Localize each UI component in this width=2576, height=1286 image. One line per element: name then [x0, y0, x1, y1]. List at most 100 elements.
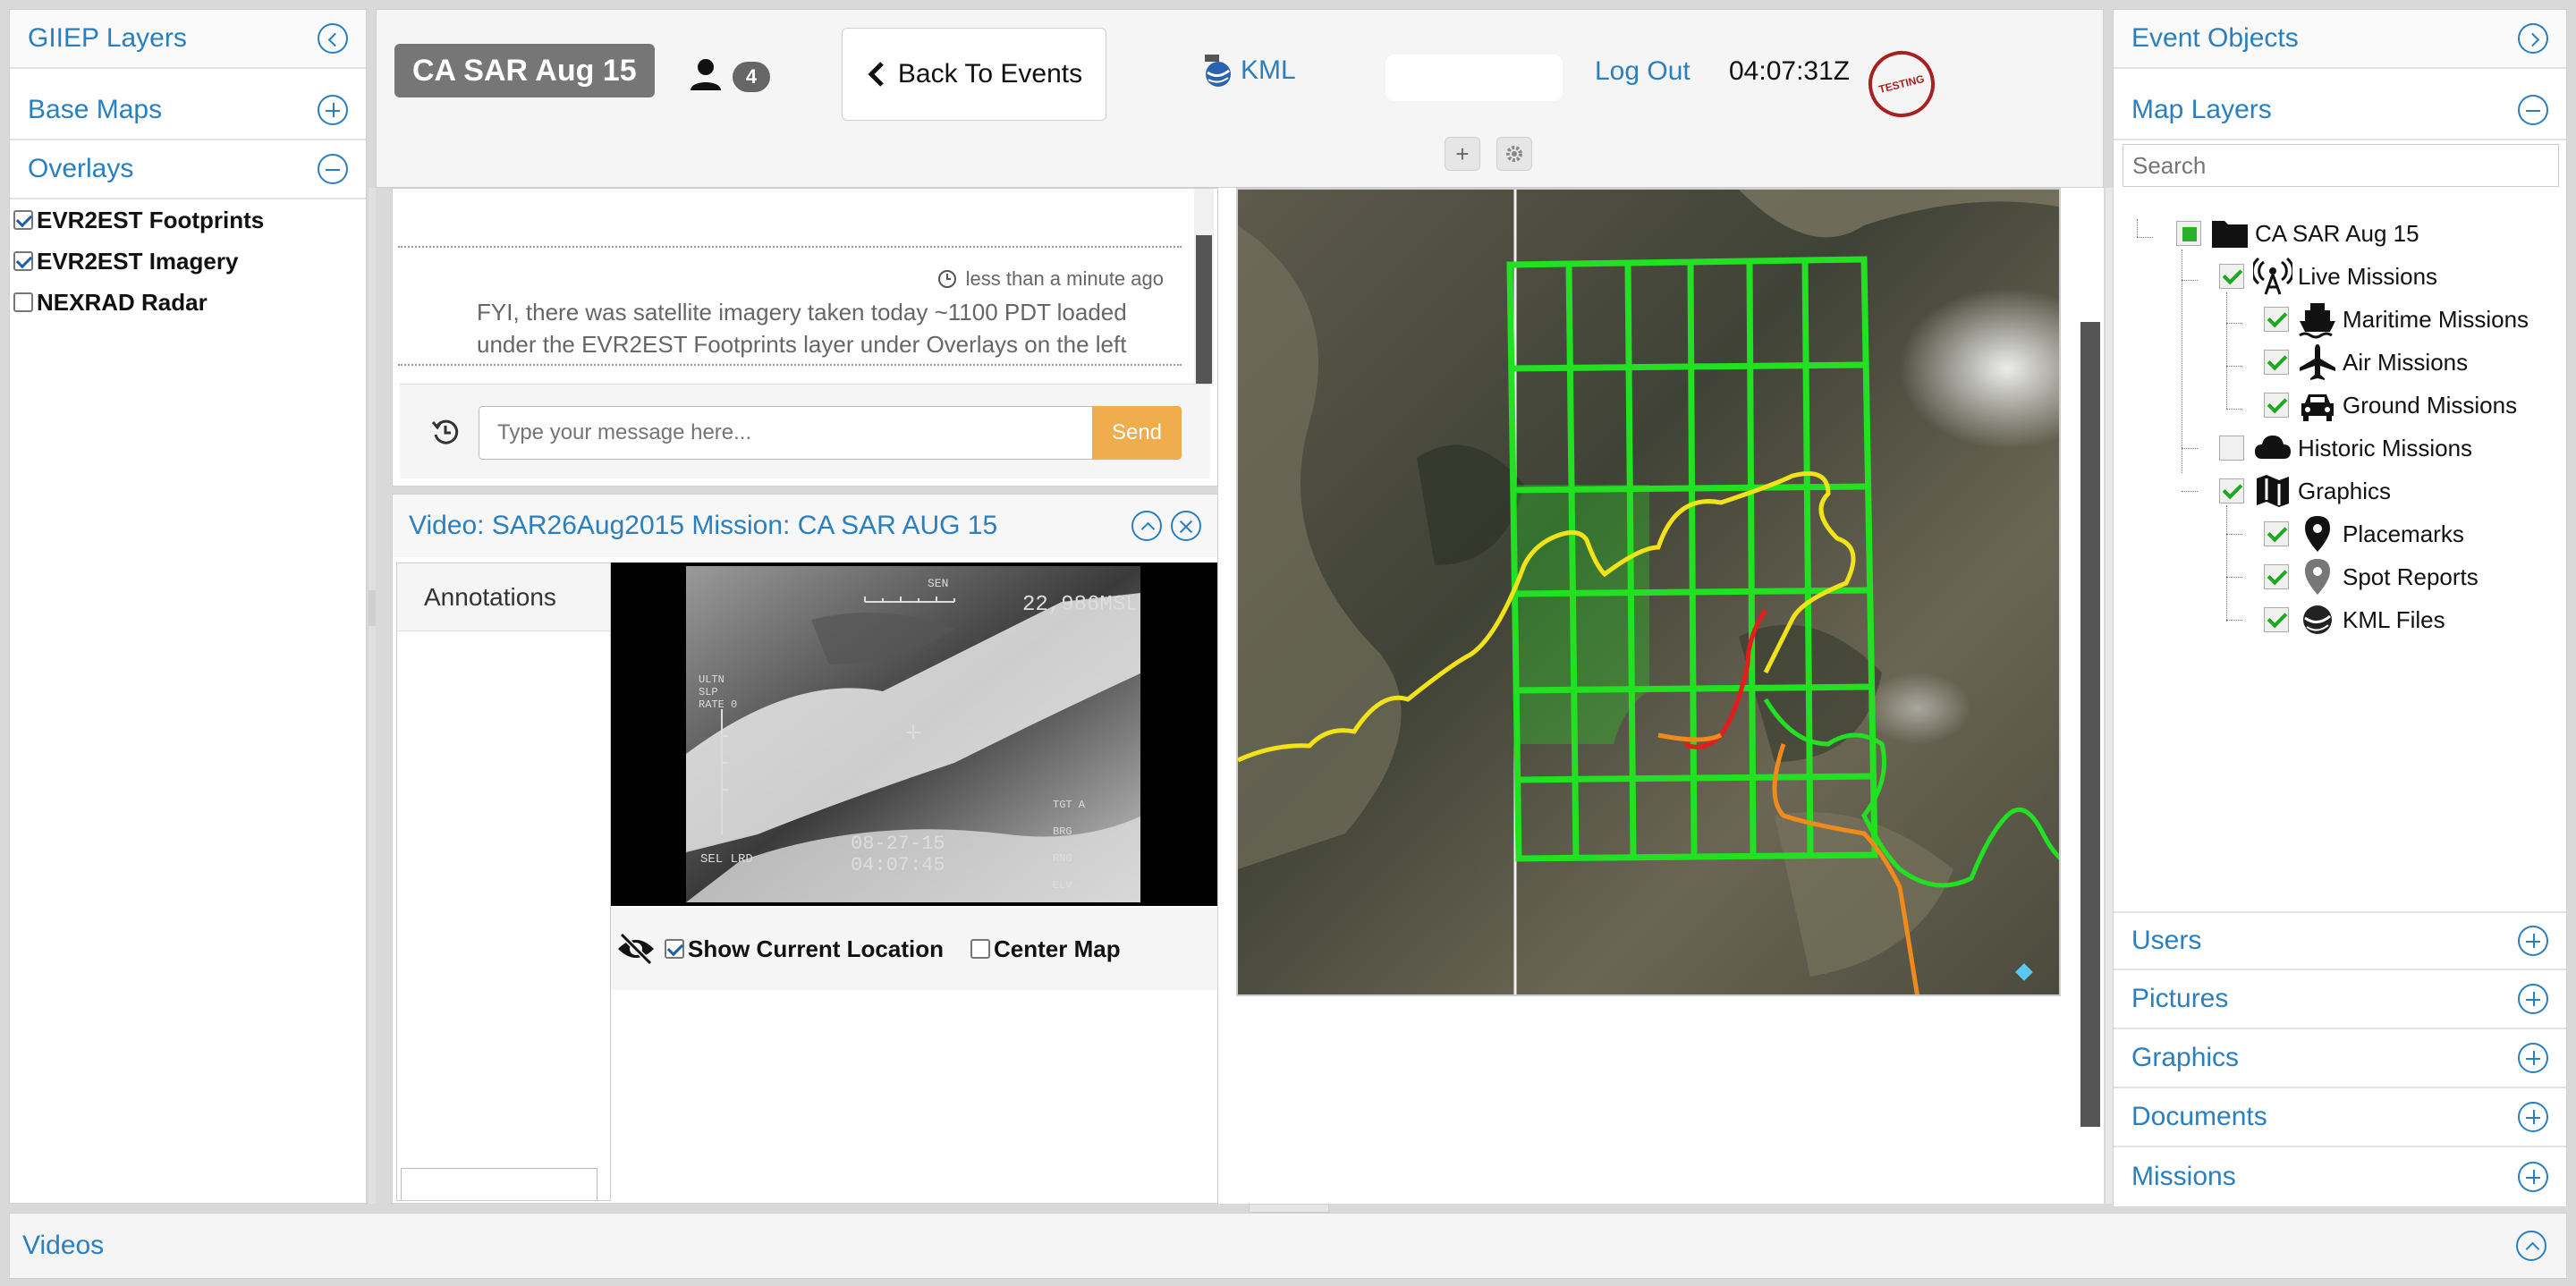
videos-bar[interactable]: Videos — [9, 1213, 2567, 1279]
satellite-imagery — [1238, 190, 2059, 994]
tree-label: Live Missions — [2298, 262, 2438, 290]
graphics-header[interactable]: Graphics — [2114, 1029, 2566, 1088]
missions-header[interactable]: Missions — [2114, 1147, 2566, 1206]
tree-spot-reports[interactable]: Spot Reports — [2264, 555, 2479, 598]
svg-text:TGT A: TGT A — [1053, 799, 1086, 811]
stamp-text: TESTING — [1877, 72, 1926, 97]
send-button[interactable]: Send — [1092, 406, 1182, 460]
collapse-icon[interactable] — [318, 154, 348, 184]
overlay-item[interactable]: NEXRAD Radar — [13, 282, 264, 323]
user-count-badge: 4 — [733, 62, 770, 92]
tree-checkbox[interactable] — [2219, 436, 2244, 461]
collapse-right-icon[interactable] — [2518, 23, 2548, 54]
eye-slash-icon[interactable] — [614, 931, 657, 967]
left-splitter[interactable] — [369, 188, 376, 1204]
scrollbar-thumb[interactable] — [1196, 235, 1212, 384]
checkbox[interactable] — [13, 251, 33, 271]
annotations-input-stub[interactable] — [401, 1168, 597, 1200]
expand-icon[interactable] — [2518, 984, 2548, 1014]
settings-button[interactable] — [1496, 137, 1532, 171]
video-controls: Show Current Location Center Map — [611, 908, 1217, 990]
tree-checkbox[interactable] — [2264, 350, 2289, 375]
event-objects-header[interactable]: Event Objects — [2114, 10, 2566, 69]
expand-icon[interactable] — [318, 95, 348, 125]
logout-link[interactable]: Log Out — [1595, 56, 1690, 87]
overlays-header[interactable]: Overlays — [10, 140, 366, 199]
ship-icon — [2299, 303, 2335, 339]
chat-message: FYI, there was satellite imagery taken t… — [477, 299, 1127, 358]
tree-checkbox[interactable] — [2264, 307, 2289, 332]
svg-text:RATE 0: RATE 0 — [699, 698, 737, 711]
center-map-option[interactable]: Center Map — [970, 928, 1121, 969]
checkbox[interactable] — [13, 292, 33, 312]
tree-ground-missions[interactable]: Ground Missions — [2264, 384, 2517, 427]
tree-live-missions[interactable]: Live Missions — [2219, 255, 2437, 298]
map-icon — [2257, 475, 2289, 507]
svg-text:ELV: ELV — [1053, 879, 1072, 892]
checkbox[interactable] — [13, 210, 33, 230]
expand-icon[interactable] — [2518, 926, 2548, 956]
splitter-arrow-icon[interactable] — [369, 590, 376, 626]
annotations-tab[interactable]: Annotations — [397, 563, 610, 631]
add-button[interactable]: + — [1445, 137, 1480, 171]
collapse-video-icon[interactable] — [1131, 511, 1162, 541]
base-maps-header[interactable]: Base Maps — [10, 81, 366, 140]
collapse-icon[interactable] — [2518, 95, 2548, 125]
layers-search-input[interactable] — [2123, 144, 2559, 187]
center-map-checkbox[interactable] — [970, 939, 990, 959]
overlay-item[interactable]: EVR2EST Footprints — [13, 199, 264, 241]
map-layers-header[interactable]: Map Layers — [2114, 81, 2566, 140]
expand-icon[interactable] — [2518, 1043, 2548, 1073]
chat-divider — [398, 364, 1182, 366]
top-header: CA SAR Aug 15 4 Back To Events KML Log O… — [376, 9, 2104, 188]
tree-checkbox[interactable] — [2264, 564, 2289, 589]
show-location-checkbox[interactable] — [665, 939, 684, 959]
chat-timestamp: less than a minute ago — [937, 267, 1164, 291]
video-player[interactable]: SEN ULTN SLP RATE 0 TGT A BRG RNG ELV 22… — [611, 563, 1217, 906]
kml-link[interactable]: KML — [1203, 53, 1296, 89]
tree-checkbox[interactable] — [2264, 607, 2289, 632]
show-location-label: Show Current Location — [688, 935, 944, 962]
expand-icon[interactable] — [2518, 1102, 2548, 1132]
collapse-left-icon[interactable] — [318, 23, 348, 54]
documents-header[interactable]: Documents — [2114, 1088, 2566, 1147]
tree-historic-missions[interactable]: Historic Missions — [2219, 427, 2472, 470]
user-icon — [691, 59, 721, 90]
tree-air-missions[interactable]: Air Missions — [2264, 341, 2468, 384]
timestamp-text: less than a minute ago — [965, 267, 1164, 290]
tree-checkbox[interactable] — [2219, 264, 2244, 289]
blank-field — [1385, 55, 1563, 101]
section-title: Pictures — [2131, 984, 2229, 1013]
chat-divider — [398, 246, 1182, 248]
osd-date: 08-27-15 — [851, 833, 945, 855]
close-video-icon[interactable] — [1171, 511, 1201, 541]
history-icon[interactable] — [430, 417, 461, 447]
tree-label: Air Missions — [2343, 348, 2469, 376]
expand-videos-icon[interactable] — [2516, 1231, 2546, 1261]
chat-scrollbar[interactable] — [1194, 189, 1214, 385]
overlay-item[interactable]: EVR2EST Imagery — [13, 241, 264, 282]
bottom-splitter-handle[interactable] — [1249, 1204, 1329, 1213]
tree-checkbox[interactable] — [2264, 521, 2289, 546]
map-view[interactable] — [1236, 188, 2061, 996]
tree-graphics[interactable]: Graphics — [2219, 470, 2391, 512]
tree-root[interactable]: CA SAR Aug 15 — [2176, 212, 2419, 255]
right-splitter[interactable] — [2106, 188, 2113, 1204]
show-current-location-option[interactable]: Show Current Location — [665, 928, 944, 969]
tree-checkbox[interactable] — [2176, 221, 2201, 246]
tree-maritime-missions[interactable]: Maritime Missions — [2264, 298, 2529, 341]
back-button-label: Back To Events — [897, 59, 1083, 89]
map-scrollbar[interactable] — [2080, 322, 2100, 1127]
tree-checkbox[interactable] — [2264, 393, 2289, 418]
tree-label: Graphics — [2298, 477, 2392, 504]
chat-message-input[interactable] — [479, 406, 1094, 460]
pictures-header[interactable]: Pictures — [2114, 970, 2566, 1029]
tree-placemarks[interactable]: Placemarks — [2264, 512, 2464, 555]
users-header[interactable]: Users — [2114, 911, 2566, 970]
tree-kml-files[interactable]: KML Files — [2264, 598, 2445, 641]
chat-input-bar: Send — [400, 384, 1210, 478]
back-to-events-button[interactable]: Back To Events — [842, 28, 1106, 121]
expand-icon[interactable] — [2518, 1162, 2548, 1192]
tree-checkbox[interactable] — [2219, 478, 2244, 503]
giiep-layers-header[interactable]: GIIEP Layers — [10, 10, 366, 69]
